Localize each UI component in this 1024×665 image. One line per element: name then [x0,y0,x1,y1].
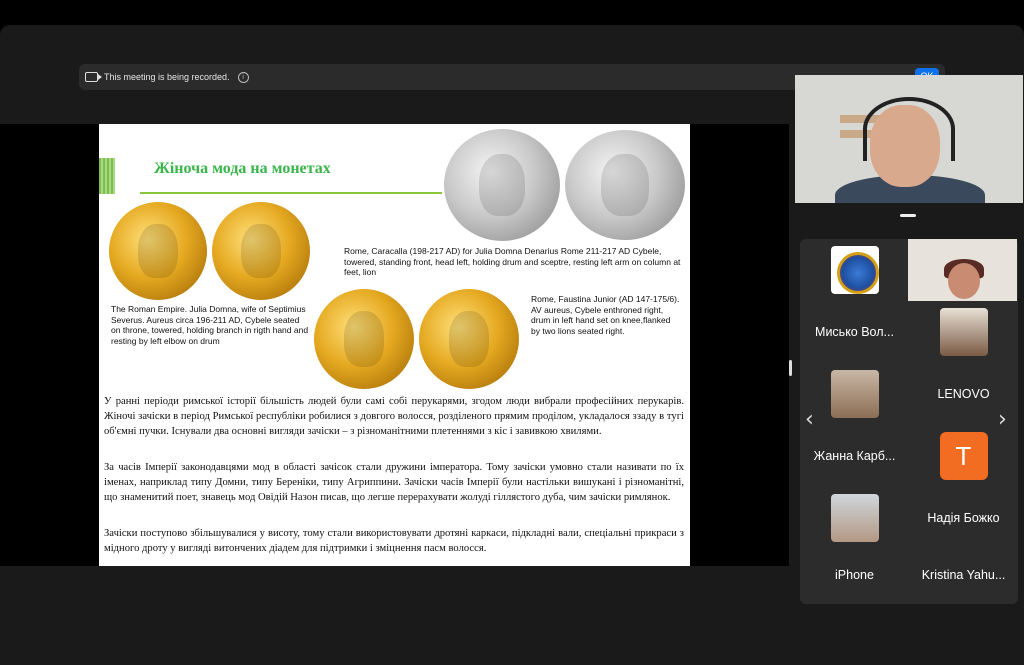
coin-faustina-reverse [419,289,519,389]
slide-title: Жіноча мода на монетах [154,160,331,177]
decorative-strip [99,158,115,194]
gallery-prev-arrow[interactable]: ‹ [805,407,814,432]
participant-name: Жанна Карб... [813,449,896,463]
minimize-video-button[interactable] [900,214,916,217]
info-icon[interactable]: i [237,71,249,83]
slide-paragraph-1: У ранні періоди римської історії більшіс… [104,396,684,437]
coin-faustina-obverse [314,289,414,389]
participant-name: Надія Божко [927,511,1000,525]
participant-name: LENOVO [937,387,990,401]
participant-name: iPhone [835,568,874,582]
participant-tile[interactable] [800,363,909,425]
panel-resize-handle[interactable] [789,360,792,376]
participant-tile-logo[interactable] [800,239,909,301]
slide-paragraph-3: Зачіски поступово збільшувалися у висоту… [104,528,684,554]
caption-denarius: Rome, Caracalla (198-217 AD) for Julia D… [344,246,681,277]
participant-tile[interactable]: Жанна Карб... [800,425,909,487]
title-underline [140,192,442,194]
participant-tile[interactable]: iPhone [800,544,909,604]
recording-text: This meeting is being recorded. [104,72,230,82]
coin-julia-domna-reverse [212,202,310,300]
shared-screen: Жіноча мода на монетах Rome, Caracalla (… [0,124,789,566]
participant-tile[interactable] [909,301,1018,363]
participant-tile[interactable]: Мисько Вол... [800,301,909,363]
participant-name: Kristina Yahu... [921,568,1006,582]
coin-denarius-obverse [444,129,560,241]
coin-denarius-reverse [565,130,685,240]
participant-head [948,263,980,299]
participant-video-tile[interactable] [908,239,1017,301]
recording-camera-icon [85,72,102,82]
slide-paragraph-2: За часів Імперії законодавцями мод в обл… [104,462,684,503]
caption-julia-domna: The Roman Empire. Julia Domna, wife of S… [111,304,309,346]
participant-tile[interactable]: Надія Божко [909,487,1018,549]
participant-name: Мисько Вол... [815,325,894,339]
active-speaker-video[interactable] [795,75,1023,203]
avatar [939,308,988,356]
avatar-initial: T [939,432,988,480]
avatar [830,246,879,294]
headset-icon [863,97,955,161]
avatar [830,370,879,418]
avatar [830,494,879,542]
participant-tile[interactable]: Kristina Yahu... [909,544,1018,604]
participant-tile[interactable] [800,487,909,549]
coin-julia-domna-obverse [109,202,207,300]
gallery-next-arrow[interactable]: › [998,407,1007,432]
logo-icon [836,252,879,294]
participant-tile[interactable]: T [909,425,1018,487]
presentation-slide: Жіноча мода на монетах Rome, Caracalla (… [99,124,690,566]
caption-faustina: Rome, Faustina Junior (AD 147-175/6). AV… [531,294,680,336]
